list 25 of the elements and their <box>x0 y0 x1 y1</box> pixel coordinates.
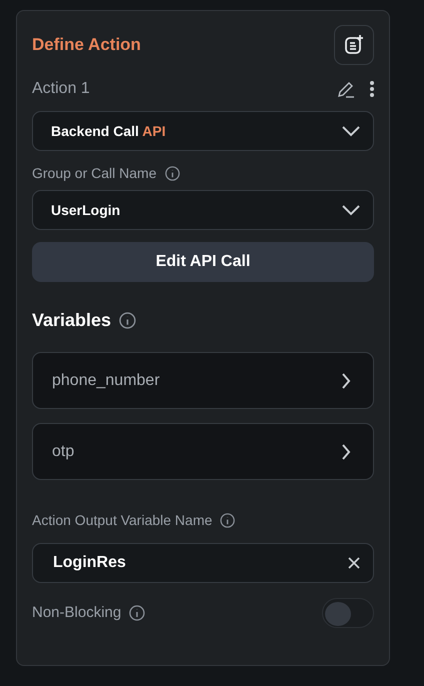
panel-title: Define Action <box>32 34 141 56</box>
action-name: Action 1 <box>32 79 90 99</box>
chevron-down-icon <box>341 204 361 216</box>
field-label: Group or Call Name <box>32 164 156 183</box>
info-icon <box>164 166 180 181</box>
info-icon <box>129 605 146 621</box>
section-heading: Variables <box>32 308 112 332</box>
call-name-dropdown[interactable]: UserLogin <box>32 190 374 230</box>
variable-row[interactable]: otp <box>32 423 374 480</box>
chevron-right-icon <box>341 372 351 390</box>
action-type-dropdown[interactable]: Backend Call API <box>32 111 374 151</box>
info-icon <box>119 312 136 328</box>
add-note-button[interactable] <box>334 25 374 65</box>
variable-row[interactable]: phone_number <box>32 352 374 409</box>
chevron-down-icon <box>341 125 361 137</box>
info-icon <box>220 513 236 528</box>
more-icon[interactable] <box>370 81 374 97</box>
toggle-switch[interactable] <box>322 598 374 628</box>
chevron-right-icon <box>341 442 351 460</box>
output-variable-field[interactable]: LoginRes <box>32 543 374 583</box>
edit-api-call-button[interactable]: Edit API Call <box>32 242 374 282</box>
close-icon[interactable] <box>347 556 361 570</box>
toggle-label: Non-Blocking <box>32 602 122 623</box>
note-plus-icon <box>343 34 365 56</box>
field-label: Action Output Variable Name <box>32 511 212 530</box>
